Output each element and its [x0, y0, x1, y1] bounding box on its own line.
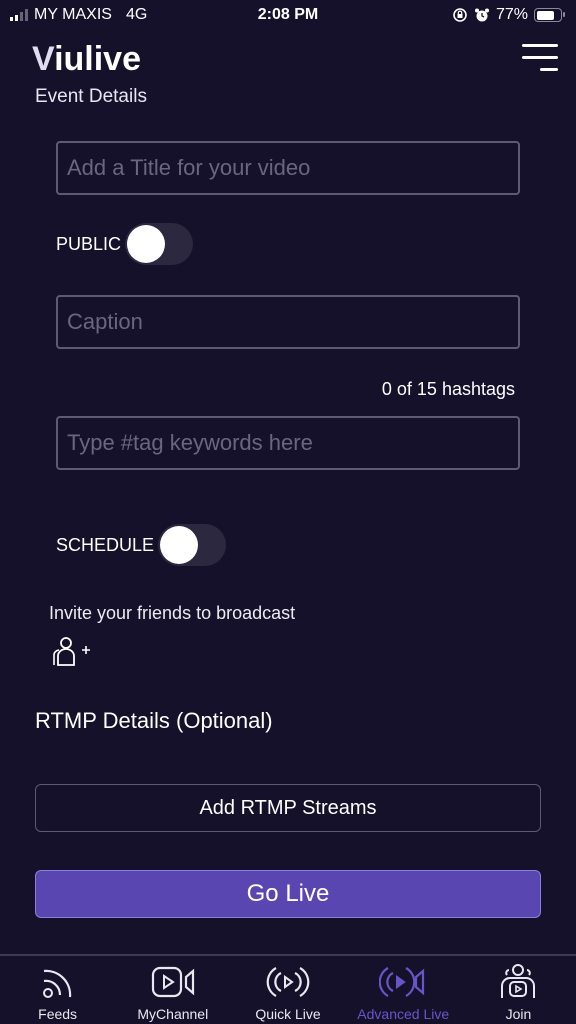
tab-mychannel[interactable]: MyChannel — [115, 956, 230, 1024]
join-icon — [501, 964, 536, 998]
public-toggle[interactable] — [125, 223, 194, 265]
go-live-button[interactable]: Go Live — [35, 870, 541, 918]
tab-join[interactable]: Join — [461, 956, 576, 1024]
tab-label: MyChannel — [137, 1006, 209, 1022]
hamburger-menu-button[interactable] — [522, 44, 558, 72]
battery-fill — [536, 10, 555, 20]
menu-line — [522, 44, 558, 47]
rotation-lock-icon — [453, 8, 467, 22]
caption-input[interactable] — [56, 295, 520, 349]
quick-live-icon — [266, 967, 310, 997]
alarm-icon — [474, 8, 489, 22]
hashtag-count: 0 of 15 hashtags — [381, 379, 515, 399]
menu-line — [540, 68, 558, 71]
my-channel-icon — [151, 966, 194, 998]
tab-label: Quick Live — [255, 1006, 321, 1022]
battery-percent: 77% — [495, 6, 528, 23]
tab-label: Advanced Live — [357, 1006, 450, 1022]
advanced-live-icon — [379, 967, 425, 997]
app-logo: Viulive — [32, 40, 142, 78]
tab-label: Feeds — [38, 1006, 78, 1022]
tab-label: Join — [505, 1006, 532, 1022]
schedule-label: SCHEDULE — [56, 534, 155, 555]
status-right: 77% — [452, 6, 565, 24]
page-subtitle: Event Details — [35, 86, 147, 107]
public-label: PUBLIC — [56, 233, 122, 254]
hashtag-input[interactable] — [56, 416, 520, 470]
rtmp-section-title: RTMP Details (Optional) — [35, 708, 273, 733]
add-rtmp-streams-button[interactable]: Add RTMP Streams — [35, 784, 541, 832]
tab-quick-live[interactable]: Quick Live — [230, 956, 345, 1024]
invite-text: Invite your friends to broadcast — [49, 603, 296, 623]
schedule-toggle[interactable] — [158, 524, 227, 566]
feeds-icon — [42, 969, 71, 998]
status-bar: MY MAXIS 4G 2:08 PM 77% — [0, 0, 576, 32]
logo-initial: V — [32, 40, 55, 78]
toggle-knob — [160, 526, 199, 564]
invite-friends-icon[interactable] — [52, 636, 92, 666]
toggle-knob — [127, 225, 166, 263]
schedule-toggle-row: SCHEDULE — [56, 524, 227, 566]
tab-feeds[interactable]: Feeds — [0, 956, 115, 1024]
title-input[interactable] — [56, 141, 520, 195]
battery-icon — [534, 8, 565, 22]
bottom-tab-bar: Feeds MyChannel Quick Live Advanced Live — [0, 954, 576, 1024]
menu-line — [522, 56, 558, 59]
public-toggle-row: PUBLIC — [56, 223, 194, 265]
tab-advanced-live[interactable]: Advanced Live — [346, 956, 461, 1024]
